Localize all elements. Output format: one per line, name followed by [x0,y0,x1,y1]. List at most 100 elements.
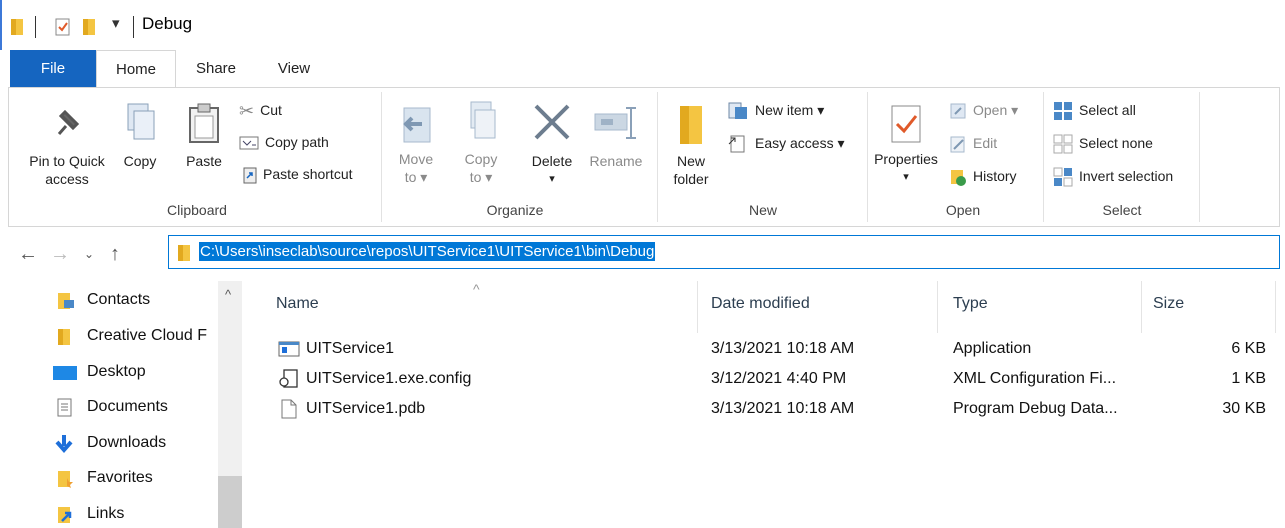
column-separator[interactable] [1275,281,1276,333]
paste-label: Paste [186,153,222,169]
forward-arrow-icon[interactable]: → [50,243,70,266]
rename-button[interactable]: Rename [585,102,647,170]
move-to-icon [403,107,431,143]
quick-access-dropdown[interactable]: ▾ [112,14,120,32]
file-row[interactable]: UITService1 3/13/2021 10:18 AM Applicati… [245,337,1285,363]
column-header-size[interactable]: Size [1153,295,1184,313]
select-all-button[interactable]: Select all [1053,99,1136,121]
select-none-button[interactable]: Select none [1053,132,1153,154]
window-title: Debug [142,14,193,33]
group-separator [867,92,868,222]
pin-to-quick-access-button[interactable]: Pin to Quick access [15,106,119,188]
rename-icon [594,107,636,139]
nav-label: Downloads [87,434,167,451]
copy-to-icon [470,101,496,139]
easy-access-label: Easy access ▾ [755,135,845,151]
column-separator[interactable] [697,281,698,333]
tab-home[interactable]: Home [96,50,176,88]
nav-label: Links [87,505,125,522]
delete-x-icon [534,104,570,140]
column-header-name[interactable]: Name [276,295,319,313]
tab-share[interactable]: Share [186,50,246,87]
select-all-icon [1054,102,1072,121]
move-to-label-line1: Move [398,151,434,167]
easy-access-button[interactable]: Easy access ▾ [727,132,845,154]
pin-label-line2: access [45,171,89,187]
file-row[interactable]: UITService1.exe.config 3/12/2021 4:40 PM… [245,367,1285,393]
new-item-icon [728,102,747,120]
file-size: 6 KB [1231,340,1266,357]
file-row[interactable]: UITService1.pdb 3/13/2021 10:18 AM Progr… [245,397,1285,423]
copy-to-button[interactable]: Copy to ▾ [454,100,508,186]
file-name: UITService1.exe.config [306,370,472,387]
new-folder-qa-icon[interactable] [82,17,96,37]
rename-label: Rename [589,153,643,169]
cut-label: Cut [260,102,282,118]
address-bar[interactable]: C:\Users\inseclab\source\repos\UITServic… [168,235,1280,269]
pin-icon [57,109,80,135]
sort-indicator-icon: ^ [473,281,480,297]
ribbon-tabs: File Home Share View [0,50,1285,88]
column-header-date[interactable]: Date modified [711,295,810,313]
properties-label: Properties [874,151,938,167]
edit-button[interactable]: Edit [949,132,997,154]
clipboard-group-label: Clipboard [167,202,227,218]
folder-icon [58,329,70,345]
invert-selection-icon [1053,167,1073,187]
properties-dropdown-arrow[interactable]: ▾ [871,168,941,186]
address-path-text[interactable]: C:\Users\inseclab\source\repos\UITServic… [199,242,656,261]
nav-scrollbar-thumb[interactable] [218,476,242,528]
folder-icon [11,19,23,35]
paste-shortcut-button[interactable]: Paste shortcut [243,163,353,185]
open-label: Open ▾ [973,102,1019,118]
copy-button[interactable]: Copy [117,102,163,170]
scroll-up-icon[interactable]: ^ [225,287,231,302]
paste-shortcut-label: Paste shortcut [263,166,353,182]
select-group-label: Select [1102,202,1142,218]
tab-file[interactable]: File [10,50,96,87]
column-separator[interactable] [937,281,938,333]
open-button[interactable]: Open ▾ [949,99,1018,121]
group-separator [381,92,382,222]
properties-check-icon[interactable] [54,17,72,37]
scissors-icon: ✂ [239,101,255,122]
properties-button[interactable]: Properties ▾ [871,102,941,186]
delete-button[interactable]: Delete ▾ [525,102,579,188]
up-arrow-icon[interactable]: ↑ [110,243,120,266]
nav-label: Desktop [87,363,146,380]
copy-path-icon [239,136,259,150]
paste-shortcut-icon [243,167,257,184]
history-button[interactable]: History [949,165,1017,187]
move-to-button[interactable]: Move to ▾ [389,102,443,186]
pin-label-line1: Pin to Quick [29,153,105,169]
navigation-pane: Contacts Creative Cloud F Desktop Docume… [0,281,245,528]
separator [35,16,36,38]
group-separator [1043,92,1044,222]
new-item-button[interactable]: New item ▾ [727,99,824,121]
file-date: 3/13/2021 10:18 AM [711,340,855,357]
nav-label: Contacts [87,291,151,308]
group-separator [1199,92,1200,222]
nav-label: Creative Cloud F [87,327,208,344]
cut-button[interactable]: ✂ Cut [239,99,282,121]
new-folder-button[interactable]: New folder [667,102,715,188]
column-separator[interactable] [1141,281,1142,333]
file-name: UITService1 [306,340,395,357]
delete-dropdown-arrow[interactable]: ▾ [525,170,579,188]
invert-selection-button[interactable]: Invert selection [1053,165,1173,187]
column-header-type[interactable]: Type [953,295,988,313]
separator [133,16,134,38]
recent-locations-chevron-icon[interactable]: ⌄ [84,247,94,261]
title-bar: ▾ Debug [0,0,1285,50]
desktop-icon [53,366,77,380]
contacts-folder-icon [58,293,74,309]
new-folder-icon [680,106,702,144]
history-icon [951,170,966,187]
paste-button[interactable]: Paste [181,102,227,170]
tab-view[interactable]: View [264,50,324,87]
copy-to-label-line1: Copy [464,151,498,167]
copy-path-label: Copy path [265,134,329,150]
file-icon [281,399,297,419]
copy-path-button[interactable]: Copy path [239,131,329,153]
back-arrow-icon[interactable]: ← [18,243,38,266]
